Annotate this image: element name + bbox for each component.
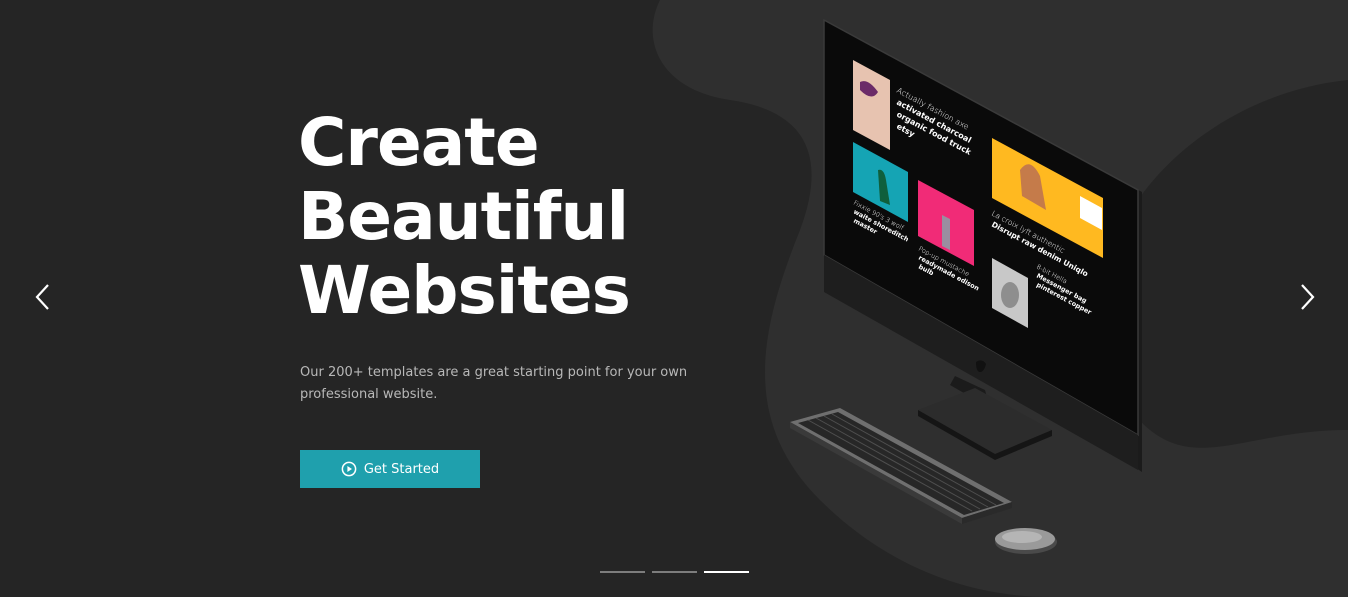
slide-dot-2[interactable]	[652, 571, 697, 573]
headline-line-3: Websites	[298, 252, 631, 329]
get-started-button[interactable]: Get Started	[300, 450, 480, 488]
headline-line-1: Create	[298, 104, 540, 181]
previous-slide-button[interactable]	[27, 280, 57, 314]
imac-illustration: Actually fashion axe activated charcoal …	[790, 18, 1142, 554]
slide-dot-3[interactable]	[704, 571, 749, 573]
chevron-right-icon	[1301, 284, 1315, 310]
slide-dot-1[interactable]	[600, 571, 645, 573]
hero-slider: Create Beautiful Websites Our 200+ templ…	[0, 0, 1348, 597]
hero-headline: Create Beautiful Websites	[298, 104, 631, 329]
slide-pagination	[600, 571, 749, 573]
chevron-left-icon	[35, 284, 49, 310]
hero-subtitle: Our 200+ templates are a great starting …	[300, 365, 688, 402]
next-slide-button[interactable]	[1293, 280, 1323, 314]
play-circle-icon	[341, 461, 357, 477]
headline-line-2: Beautiful	[298, 178, 629, 255]
get-started-label: Get Started	[363, 461, 440, 477]
